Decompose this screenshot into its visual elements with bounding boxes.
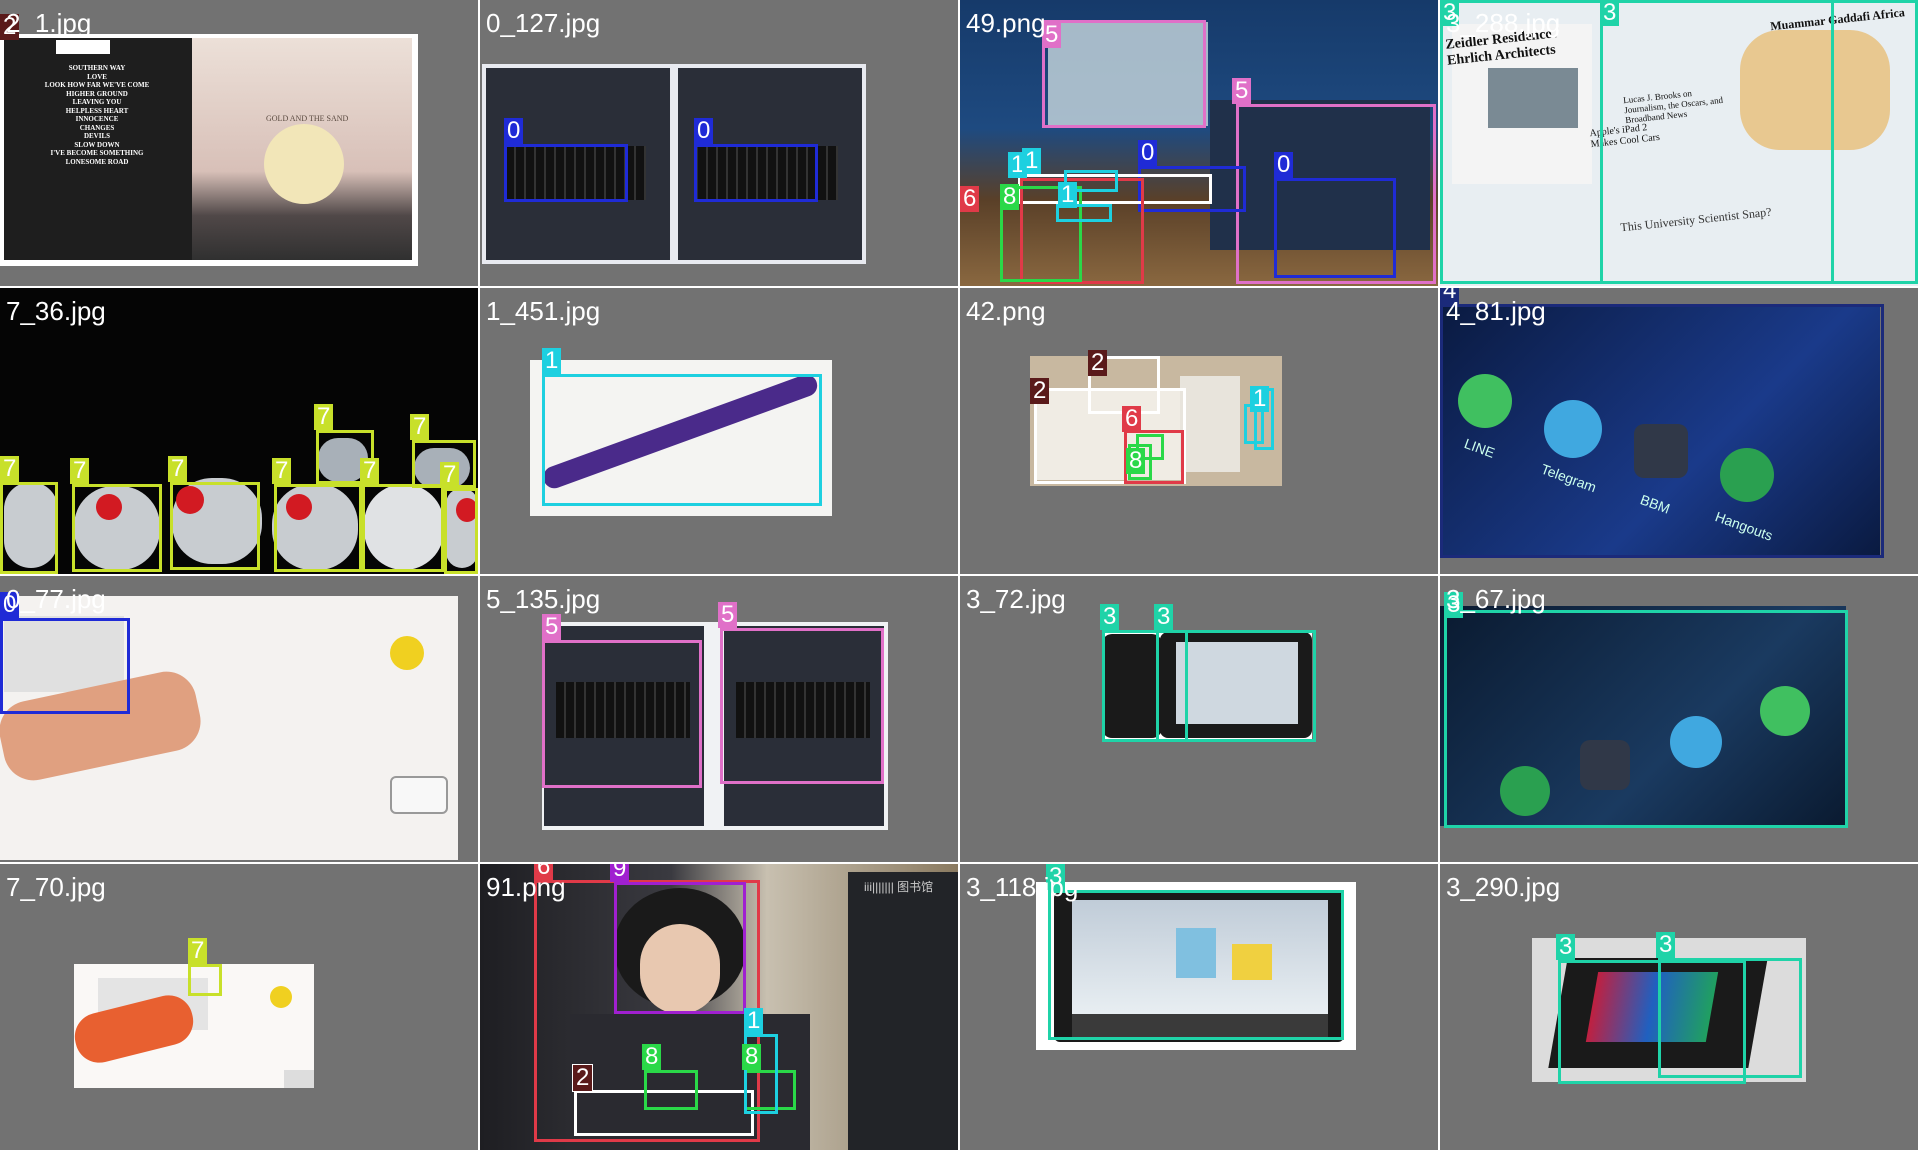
bounding-box-3[interactable] <box>1440 0 1834 284</box>
tile-4-81[interactable]: LINE Telegram BBM Hangouts 4_81.jpg 4 <box>1440 288 1918 574</box>
class-label-3: 3 <box>1100 604 1120 630</box>
tile-filename: 3_290.jpg <box>1446 872 1561 902</box>
tile-filename: 91.png <box>486 872 566 902</box>
bounding-box-3[interactable] <box>1658 958 1802 1078</box>
class-label-1: 1 <box>1250 386 1270 412</box>
class-label-6: 6 <box>1122 406 1142 432</box>
tile-3-67[interactable]: 3_67.jpg 3 <box>1440 576 1918 862</box>
class-label-0: 0 <box>1138 140 1158 166</box>
tile-0-77[interactable]: 0_77.jpg 0 <box>0 576 478 862</box>
class-label-7: 7 <box>188 938 208 964</box>
class-label-1: 1 <box>1058 182 1078 208</box>
tile-filename: 4_81.jpg <box>1446 296 1546 326</box>
class-label-1: 1 <box>1022 148 1042 174</box>
tile-filename: 2_1.jpg <box>6 8 92 38</box>
bounding-box-7[interactable] <box>188 964 222 996</box>
bounding-box-8[interactable] <box>644 1070 698 1110</box>
class-label-0: 0 <box>504 118 524 144</box>
class-label-5: 5 <box>718 602 738 628</box>
bounding-box-5[interactable] <box>542 640 702 788</box>
tile-2-1[interactable]: GOLD AND THE SAND SOUTHERN WAY LOVE LOOK… <box>0 0 478 286</box>
class-label-1: 1 <box>542 348 562 374</box>
class-label-0: 0 <box>694 118 714 144</box>
bounding-box-0[interactable] <box>694 144 818 202</box>
tile-filename: 5_135.jpg <box>486 584 601 614</box>
bounding-box-3[interactable] <box>1048 890 1344 1040</box>
bounding-box-9[interactable] <box>614 882 746 1014</box>
bounding-box-7[interactable] <box>274 484 362 572</box>
tile-0-127[interactable]: 0_127.jpg 0 0 <box>480 0 958 286</box>
bounding-box-3[interactable] <box>1156 630 1316 742</box>
bounding-box-7[interactable] <box>0 482 58 574</box>
tile-filename: 7_36.jpg <box>6 296 106 326</box>
class-label-3: 3 <box>1600 0 1620 26</box>
tile-42[interactable]: 42.png 2 2 6 8 1 <box>960 288 1438 574</box>
class-label-7: 7 <box>314 404 334 430</box>
class-label-7: 7 <box>360 458 380 484</box>
bounding-box-0[interactable] <box>1274 178 1396 278</box>
class-label-1: 1 <box>744 1008 764 1034</box>
tile-91[interactable]: iii||||||| 图书馆 91.png 6 9 2 8 8 1 <box>480 864 958 1150</box>
class-label-5: 5 <box>542 614 562 640</box>
class-label-2: 2 <box>572 1064 594 1092</box>
class-label-0: 0 <box>1274 152 1294 178</box>
tile-filename: 49.png <box>966 8 1046 38</box>
class-label-8: 8 <box>1000 184 1020 210</box>
tile-filename: 3_288.jpg <box>1446 8 1561 38</box>
class-label-7: 7 <box>168 456 188 482</box>
class-label-9: 9 <box>610 864 630 882</box>
tile-3-72[interactable]: 3_72.jpg 3 3 <box>960 576 1438 862</box>
bounding-box-0[interactable] <box>504 144 628 202</box>
bounding-box-2[interactable] <box>0 34 418 266</box>
tile-3-288[interactable]: Zeidler Residence / Ehrlich Architects A… <box>1440 0 1918 286</box>
tile-3-118[interactable]: 3_118.jpg 3 <box>960 864 1438 1150</box>
class-label-3: 3 <box>1656 932 1676 958</box>
class-label-7: 7 <box>70 458 90 484</box>
bounding-box-7[interactable] <box>444 488 478 574</box>
class-label-7: 7 <box>440 462 460 488</box>
tile-7-36[interactable]: 7_36.jpg 7 7 7 7 7 7 7 7 <box>0 288 478 574</box>
class-label-6: 6 <box>960 186 980 212</box>
bounding-box-5[interactable] <box>1042 20 1206 128</box>
tile-3-290[interactable]: 3_290.jpg 3 3 <box>1440 864 1918 1150</box>
class-label-3: 3 <box>1154 604 1174 630</box>
class-label-3: 3 <box>1556 934 1576 960</box>
bounding-box-5[interactable] <box>720 628 884 784</box>
bounding-box-7[interactable] <box>170 482 260 570</box>
tile-filename: 3_118.jpg <box>966 872 1079 902</box>
tile-filename: 3_72.jpg <box>966 584 1066 614</box>
class-label-8: 8 <box>1126 448 1146 474</box>
class-label-7: 7 <box>272 458 292 484</box>
label-mosaic: GOLD AND THE SAND SOUTHERN WAY LOVE LOOK… <box>0 0 1920 1152</box>
bounding-box-4[interactable] <box>1440 304 1884 558</box>
library-sign: iii||||||| 图书馆 <box>864 880 934 894</box>
bounding-box-7[interactable] <box>362 484 444 572</box>
tile-filename: 1_451.jpg <box>486 296 601 326</box>
bounding-box-1[interactable] <box>542 374 822 506</box>
class-label-5: 5 <box>1232 78 1252 104</box>
tile-filename: 0_77.jpg <box>6 584 106 614</box>
class-label-7: 7 <box>0 456 20 482</box>
bounding-box-0[interactable] <box>0 618 130 714</box>
tile-1-451[interactable]: 1_451.jpg 1 <box>480 288 958 574</box>
tile-filename: 42.png <box>966 296 1046 326</box>
tile-filename: 0_127.jpg <box>486 8 601 38</box>
tile-7-70[interactable]: 7_70.jpg 7 <box>0 864 478 1150</box>
class-label-7: 7 <box>410 414 430 440</box>
tile-filename: 7_70.jpg <box>6 872 106 902</box>
bounding-box-3[interactable] <box>1444 610 1848 828</box>
tile-5-135[interactable]: 5_135.jpg 5 5 <box>480 576 958 862</box>
class-label-2: 2 <box>1088 350 1108 376</box>
class-label-8: 8 <box>642 1044 662 1070</box>
tile-filename: 3_67.jpg <box>1446 584 1546 614</box>
class-label-2: 2 <box>1030 378 1050 404</box>
tile-49[interactable]: 49.png 5 5 0 0 6 8 1 1 1 <box>960 0 1438 286</box>
bounding-box-7[interactable] <box>72 484 162 572</box>
class-label-8: 8 <box>742 1044 762 1070</box>
